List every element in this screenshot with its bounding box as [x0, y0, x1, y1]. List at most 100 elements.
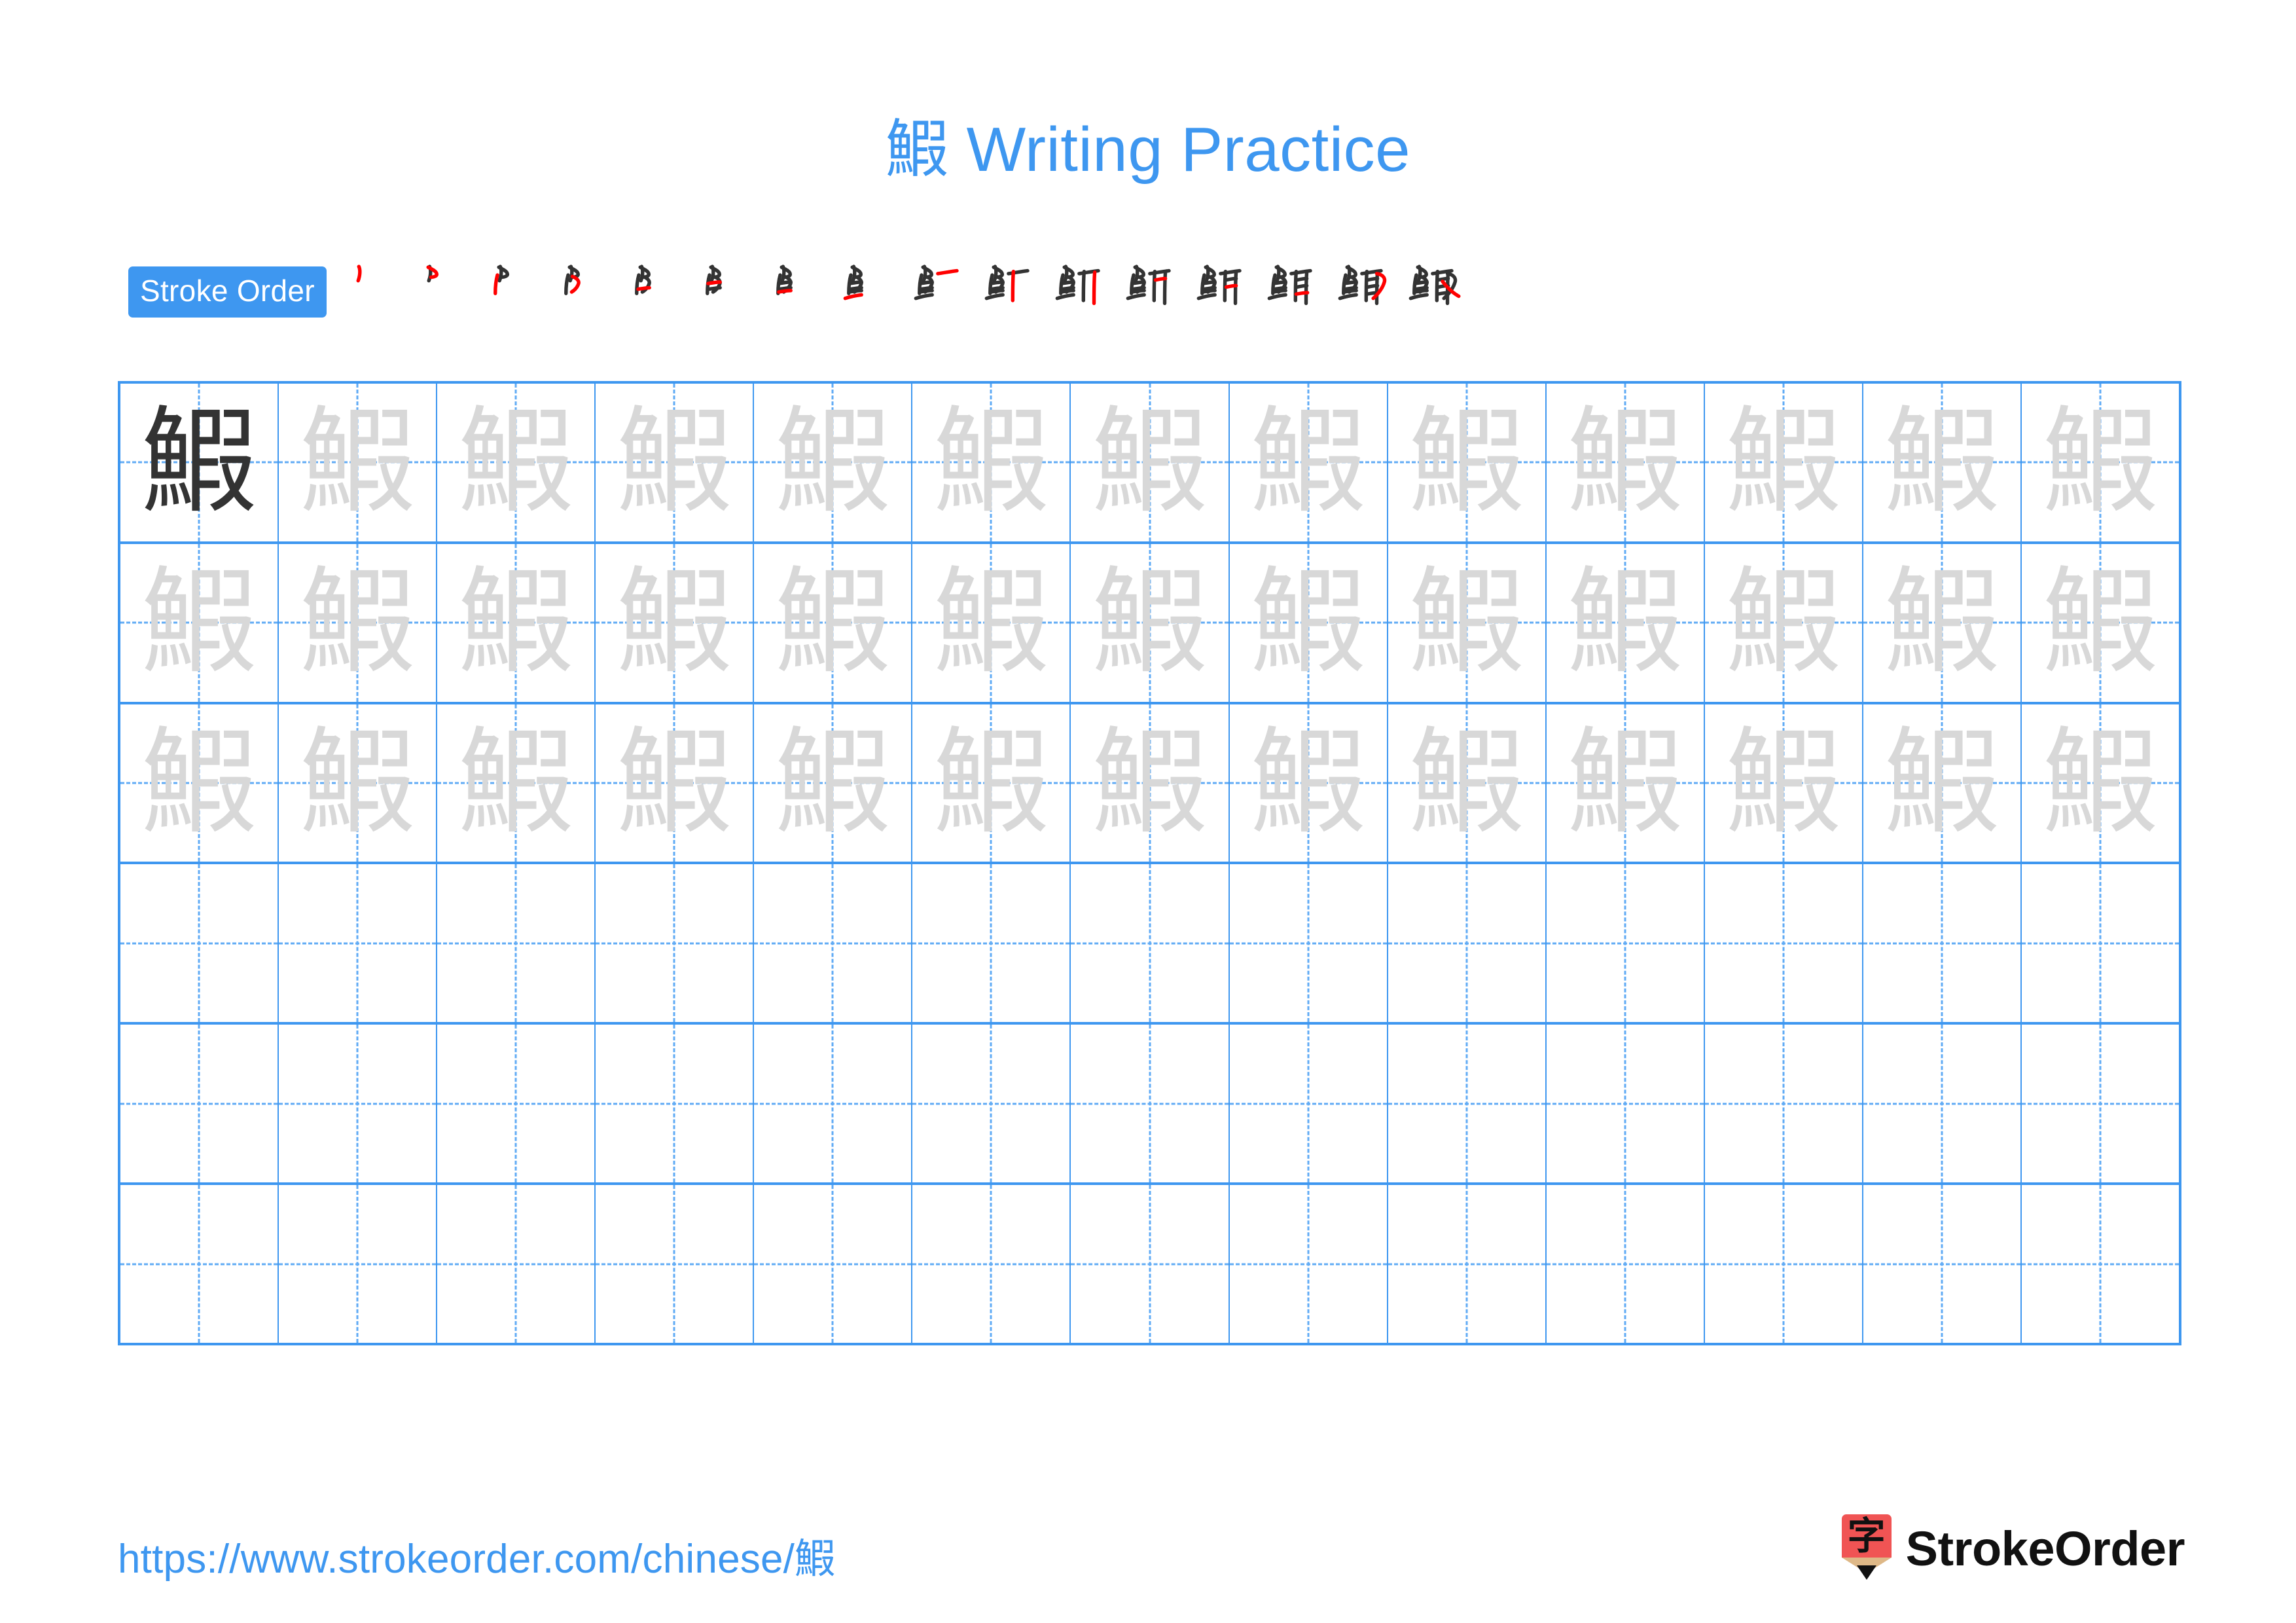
practice-cell[interactable]: 鰕 [1071, 384, 1230, 541]
practice-cell[interactable]: 鰕 [754, 704, 913, 862]
practice-cell[interactable] [1230, 1025, 1388, 1183]
practice-cell[interactable]: 鰕 [1863, 384, 2022, 541]
trace-character: 鰕 [1092, 716, 1208, 850]
practice-cell[interactable] [1547, 1185, 1705, 1343]
practice-cell[interactable]: 鰕 [1230, 704, 1388, 862]
practice-cell[interactable] [596, 864, 755, 1023]
stroke-path-previous [1060, 280, 1075, 285]
practice-cell[interactable]: 鰕 [1705, 384, 1863, 541]
practice-cell[interactable] [754, 864, 913, 1023]
practice-cell[interactable] [120, 864, 279, 1023]
practice-cell[interactable]: 鰕 [1705, 543, 1863, 702]
practice-cell[interactable]: 鰕 [120, 543, 279, 702]
practice-cell[interactable]: 鰕 [596, 543, 755, 702]
practice-cell[interactable] [1071, 1185, 1230, 1343]
stroke-step-diagram [1408, 264, 1461, 305]
practice-cell[interactable] [279, 864, 438, 1023]
practice-cell[interactable]: 鰕 [596, 384, 755, 541]
practice-cell[interactable] [912, 1025, 1071, 1183]
practice-cell[interactable]: 鰕 [279, 384, 438, 541]
trace-character: 鰕 [1884, 716, 2000, 850]
practice-cell[interactable] [279, 1185, 438, 1343]
practice-cell[interactable] [596, 1185, 755, 1343]
practice-cell[interactable] [120, 1185, 279, 1343]
trace-character: 鰕 [1725, 716, 1841, 850]
practice-cell[interactable]: 鰕 [1863, 543, 2022, 702]
trace-character: 鰕 [1250, 555, 1366, 690]
stroke-step-diagram [426, 264, 439, 283]
practice-cell[interactable]: 鰕 [1547, 384, 1705, 541]
practice-cell[interactable]: 鰕 [437, 543, 596, 702]
practice-cell[interactable] [1071, 1025, 1230, 1183]
practice-cell[interactable] [437, 1025, 596, 1183]
trace-character: 鰕 [300, 716, 416, 850]
practice-cell[interactable]: 鰕 [1547, 543, 1705, 702]
practice-cell[interactable]: 鰕 [1705, 704, 1863, 862]
practice-cell[interactable]: 鰕 [596, 704, 755, 862]
practice-cell[interactable]: 鰕 [1230, 384, 1388, 541]
practice-cell[interactable] [1230, 1185, 1388, 1343]
practice-cell[interactable] [754, 1025, 913, 1183]
practice-cell[interactable] [1388, 1025, 1547, 1183]
practice-cell[interactable]: 鰕 [1071, 704, 1230, 862]
practice-cell[interactable] [1705, 864, 1863, 1023]
practice-cell[interactable] [754, 1185, 913, 1343]
practice-cell[interactable] [596, 1025, 755, 1183]
practice-cell[interactable] [1863, 864, 2022, 1023]
practice-cell[interactable]: 鰕 [2022, 384, 2179, 541]
pencil-tip-shape [1856, 1565, 1876, 1580]
practice-cell[interactable]: 鰕 [2022, 704, 2179, 862]
practice-cell[interactable] [120, 1025, 279, 1183]
practice-cell[interactable] [1388, 864, 1547, 1023]
footer-url[interactable]: https://www.strokeorder.com/chinese/鰕 [118, 1525, 835, 1584]
practice-cell[interactable]: 鰕 [1388, 704, 1547, 862]
practice-cell[interactable]: 鰕 [120, 704, 279, 862]
practice-cell[interactable] [1388, 1185, 1547, 1343]
stroke-path-previous [707, 285, 722, 291]
practice-cell[interactable] [2022, 864, 2179, 1022]
stroke-path-previous [1365, 283, 1380, 289]
practice-cell[interactable] [1705, 1025, 1863, 1183]
stroke-step-15 [1328, 257, 1399, 327]
practice-cell[interactable] [2022, 1025, 2179, 1182]
practice-cell[interactable]: 鰕 [1071, 543, 1230, 702]
practice-cell[interactable]: 鰕 [754, 384, 913, 541]
stroke-path-previous [1436, 276, 1450, 282]
practice-cell[interactable] [1547, 1025, 1705, 1183]
practice-cell[interactable]: 鰕 [912, 704, 1071, 862]
stroke-step-11 [1045, 257, 1116, 327]
stroke-path-previous [1060, 289, 1075, 294]
practice-cell[interactable]: 鰕 [279, 543, 438, 702]
stroke-path-previous [984, 293, 1005, 301]
practice-cell[interactable] [912, 864, 1071, 1023]
practice-cell[interactable] [1705, 1185, 1863, 1343]
practice-cell[interactable]: 鰕 [1388, 543, 1547, 702]
practice-cell[interactable] [437, 864, 596, 1023]
practice-cell[interactable] [1863, 1025, 2022, 1183]
practice-cell[interactable] [912, 1185, 1071, 1343]
stroke-path-previous [1152, 269, 1157, 302]
practice-cell[interactable]: 鰕 [120, 384, 279, 541]
practice-cell[interactable]: 鰕 [912, 384, 1071, 541]
practice-cell[interactable]: 鰕 [437, 704, 596, 862]
practice-cell[interactable] [1863, 1185, 2022, 1343]
practice-cell[interactable] [437, 1185, 596, 1343]
practice-cell[interactable]: 鰕 [437, 384, 596, 541]
practice-cell[interactable]: 鰕 [1863, 704, 2022, 862]
practice-cell[interactable]: 鰕 [1230, 543, 1388, 702]
trace-character: 鰕 [1408, 555, 1524, 690]
practice-cell[interactable]: 鰕 [279, 704, 438, 862]
stroke-path-previous [1081, 269, 1086, 302]
practice-cell[interactable]: 鰕 [1547, 704, 1705, 862]
practice-cell[interactable] [279, 1025, 438, 1183]
practice-cell[interactable] [2022, 1185, 2179, 1343]
practice-cell[interactable] [1230, 864, 1388, 1023]
footer-logo[interactable]: 字 StrokeOrder [1841, 1512, 2185, 1584]
practice-cell[interactable]: 鰕 [754, 543, 913, 702]
stroke-path-current [843, 293, 863, 301]
practice-cell[interactable] [1547, 864, 1705, 1023]
practice-cell[interactable]: 鰕 [912, 543, 1071, 702]
practice-cell[interactable]: 鰕 [2022, 544, 2179, 702]
practice-cell[interactable]: 鰕 [1388, 384, 1547, 541]
practice-cell[interactable] [1071, 864, 1230, 1023]
